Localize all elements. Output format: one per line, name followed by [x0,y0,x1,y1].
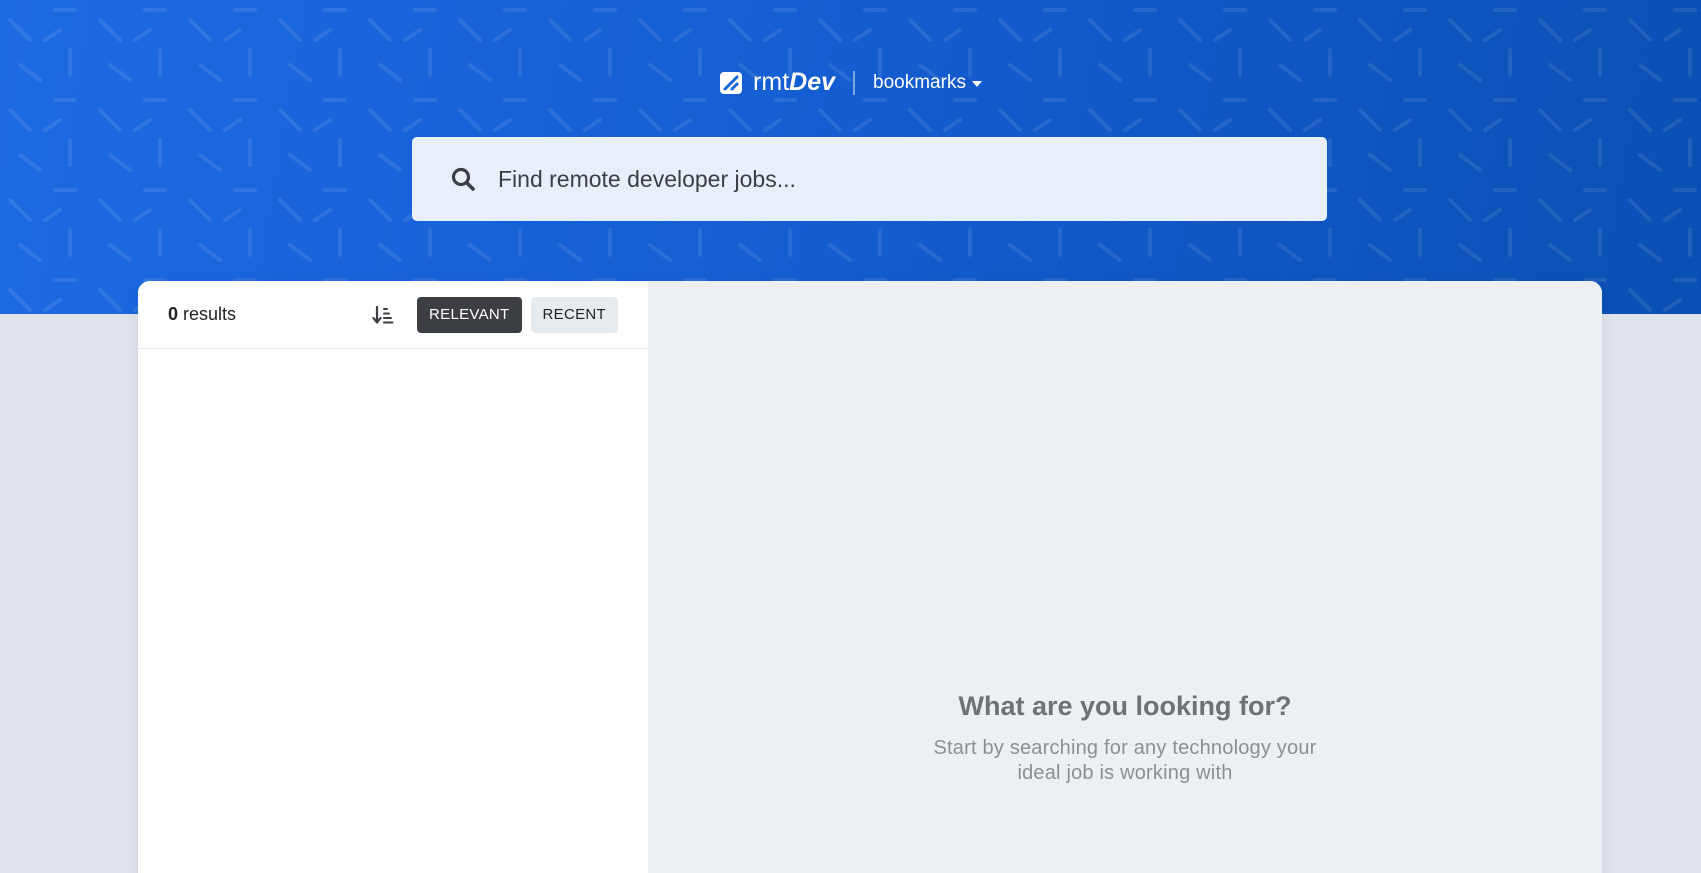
logo-text: rmtDev [753,68,835,97]
empty-state-title: What are you looking for? [958,691,1292,721]
results-count-label: results [183,304,237,324]
results-count-number: 0 [168,304,179,324]
sort-relevant-button[interactable]: RELEVANT [417,296,522,333]
search-bar[interactable] [412,137,1327,221]
header-divider [853,70,856,95]
logo[interactable]: rmtDev [719,68,835,97]
sidebar-top: 0 results RELEVANT RECENT [138,281,648,349]
logo-icon [720,71,743,94]
hero-header: rmtDev bookmarks [0,0,1701,314]
empty-state-subtitle: Start by searching for any technology yo… [933,737,1317,784]
main-container: 0 results RELEVANT RECENT What are you l… [138,281,1602,873]
logo-suffix: Dev [789,68,836,96]
search-input[interactable] [496,164,1280,194]
job-detail-panel: What are you looking for? Start by searc… [648,281,1602,873]
sidebar: 0 results RELEVANT RECENT [138,281,648,873]
search-icon [451,167,475,191]
caret-down-icon [971,80,982,87]
bookmarks-button[interactable]: bookmarks [873,72,982,94]
logo-prefix: rmt [753,68,790,96]
page: rmtDev bookmarks 0 results [0,0,1701,873]
sort-icon [372,305,394,324]
sort-recent-button[interactable]: RECENT [530,296,618,333]
results-count: 0 results [168,304,372,325]
top-bar: rmtDev bookmarks [0,68,1701,97]
bookmarks-label: bookmarks [873,71,966,93]
empty-state: What are you looking for? Start by searc… [648,691,1602,786]
